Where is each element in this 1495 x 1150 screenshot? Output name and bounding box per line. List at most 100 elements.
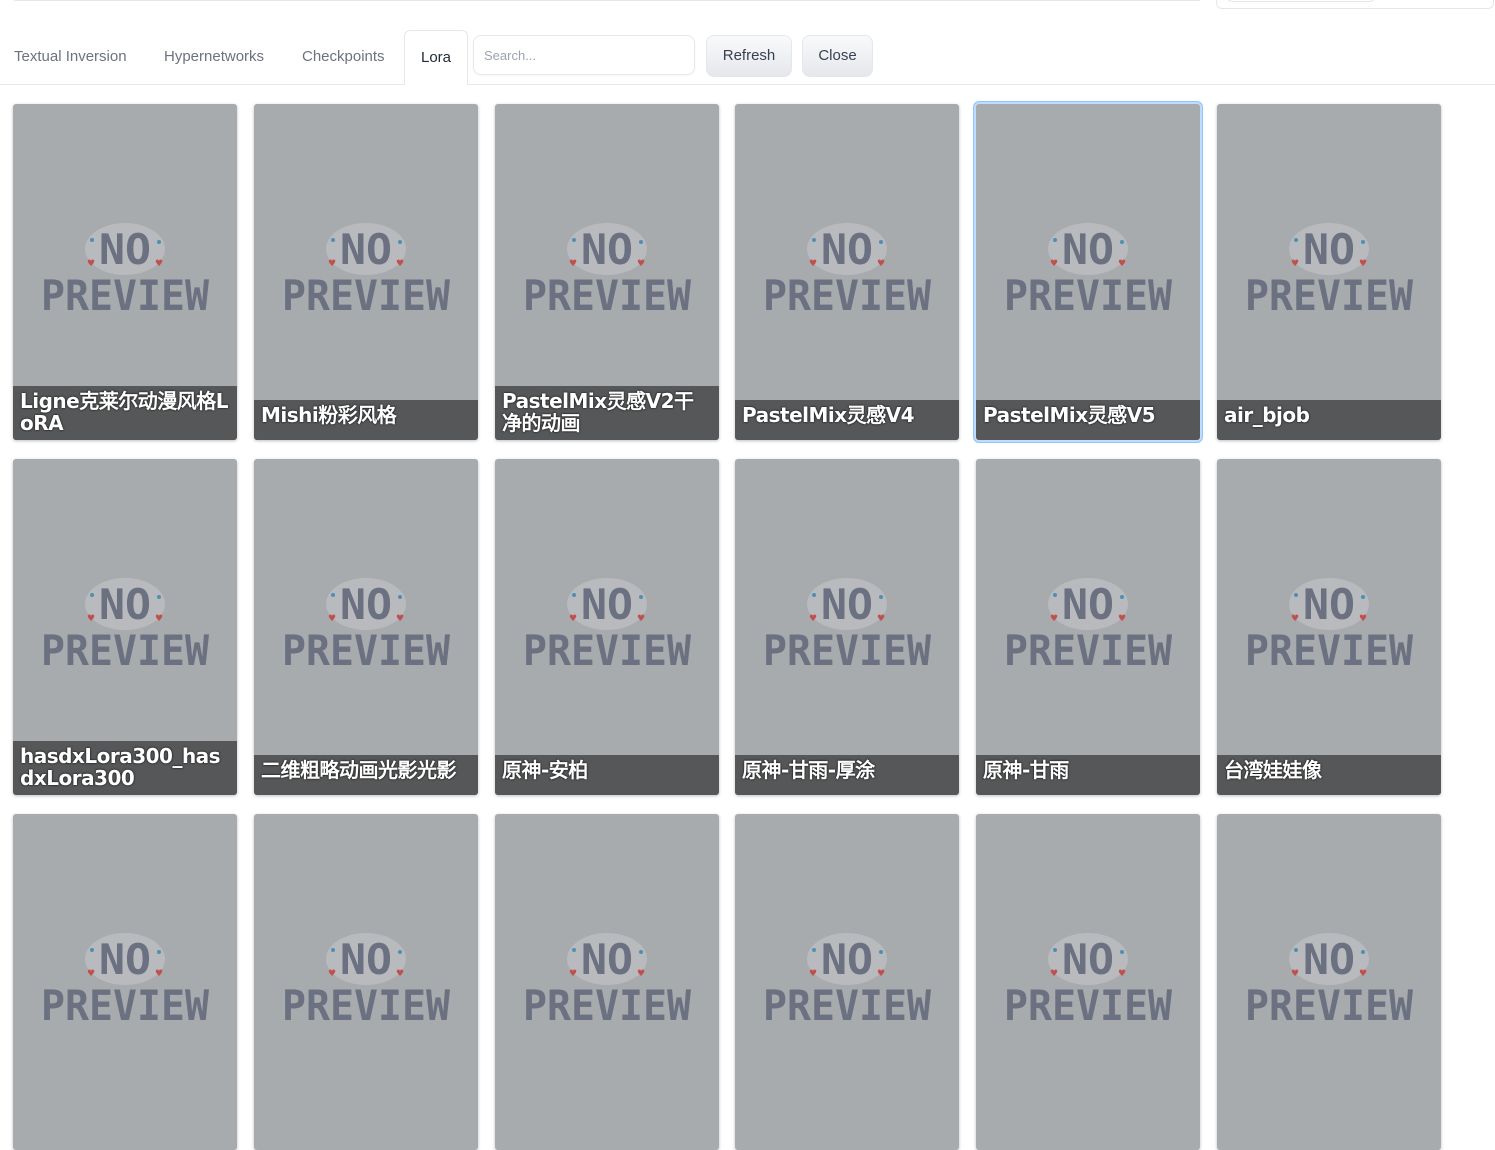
no-preview-text: NO — [99, 225, 151, 274]
sparkle-icon — [157, 950, 161, 954]
heart-icon: ♥ — [637, 259, 645, 269]
lora-card[interactable]: ♥ ♥ NO PREVIEW PastelMix灵感V2干净的动画 — [495, 104, 719, 440]
no-preview-text: NO — [1062, 935, 1114, 984]
heart-icon: ♥ — [396, 614, 404, 624]
top-right-control[interactable] — [1216, 0, 1494, 9]
lora-card[interactable]: ♥ ♥ NO PREVIEW — [1217, 814, 1441, 1150]
preview-text: PREVIEW — [282, 626, 451, 675]
heart-icon: ♥ — [155, 259, 163, 269]
search-input[interactable] — [473, 35, 695, 75]
no-preview-image: ♥ ♥ NOPREVIEW — [282, 578, 451, 675]
heart-icon: ♥ — [1359, 259, 1367, 269]
sparkle-icon — [90, 238, 94, 242]
no-preview-image: ♥ ♥ NOPREVIEW — [1004, 223, 1173, 320]
no-preview-image: ♥ ♥ NOPREVIEW — [763, 578, 932, 675]
lora-card[interactable]: ♥ ♥ NO PREVIEW 原神-安柏 — [495, 459, 719, 795]
extra-networks-tabbar: Textual Inversion Hypernetworks Checkpoi… — [0, 30, 1495, 85]
preview-text: PREVIEW — [41, 981, 210, 1030]
sparkle-icon — [879, 950, 883, 954]
top-right-control-inner[interactable] — [1225, 0, 1377, 2]
sparkle-icon — [1053, 948, 1057, 952]
lora-card[interactable]: ♥ ♥ NO PREVIEW — [735, 814, 959, 1150]
heart-icon: ♥ — [1050, 969, 1058, 979]
card-name: Mishi粉彩风格 — [254, 400, 478, 440]
sparkle-icon — [331, 593, 335, 597]
heart-icon: ♥ — [155, 614, 163, 624]
lora-card[interactable]: ♥ ♥ NO PREVIEW 二维粗略动画光影光影 — [254, 459, 478, 795]
refresh-button[interactable]: Refresh — [706, 35, 792, 77]
sparkle-icon — [157, 595, 161, 599]
preview-text: PREVIEW — [1004, 271, 1173, 320]
heart-icon: ♥ — [396, 259, 404, 269]
lora-card[interactable]: ♥ ♥ NO PREVIEW hasdxLora300_hasdxLora300 — [13, 459, 237, 795]
lora-card[interactable]: ♥ ♥ NO PREVIEW air_bjob — [1217, 104, 1441, 440]
tab-checkpoints[interactable]: Checkpoints — [302, 30, 385, 83]
top-divider — [14, 0, 1200, 1]
lora-card[interactable]: ♥ ♥ NO PREVIEW Ligne克莱尔动漫风格LoRA — [13, 104, 237, 440]
no-preview-image: ♥ ♥ NOPREVIEW — [523, 578, 692, 675]
heart-icon: ♥ — [1118, 614, 1126, 624]
tab-hypernetworks[interactable]: Hypernetworks — [164, 30, 264, 83]
preview-text: PREVIEW — [763, 626, 932, 675]
sparkle-icon — [1053, 593, 1057, 597]
close-button[interactable]: Close — [802, 35, 873, 77]
lora-card[interactable]: ♥ ♥ NO PREVIEW Mishi粉彩风格 — [254, 104, 478, 440]
lora-card[interactable]: ♥ ♥ NO PREVIEW — [976, 814, 1200, 1150]
tab-textual-inversion[interactable]: Textual Inversion — [14, 30, 127, 83]
sparkle-icon — [1053, 238, 1057, 242]
heart-icon: ♥ — [809, 969, 817, 979]
lora-card[interactable]: ♥ ♥ NO PREVIEW — [13, 814, 237, 1150]
no-preview-image: ♥ ♥ NOPREVIEW — [523, 933, 692, 1030]
lora-card[interactable]: ♥ ♥ NO PREVIEW 台湾娃娃像 — [1217, 459, 1441, 795]
sparkle-icon — [1294, 238, 1298, 242]
sparkle-icon — [1361, 240, 1365, 244]
sparkle-icon — [90, 593, 94, 597]
sparkle-icon — [812, 593, 816, 597]
lora-card[interactable]: ♥ ♥ NO PREVIEW — [254, 814, 478, 1150]
lora-card[interactable]: ♥ ♥ NO PREVIEW 原神-甘雨 — [976, 459, 1200, 795]
lora-card[interactable]: ♥ ♥ NO PREVIEW PastelMix灵感V4 — [735, 104, 959, 440]
no-preview-text: NO — [1062, 225, 1114, 274]
card-name: 二维粗略动画光影光影 — [254, 755, 478, 795]
sparkle-icon — [331, 948, 335, 952]
sparkle-icon — [639, 595, 643, 599]
preview-text: PREVIEW — [1245, 626, 1414, 675]
heart-icon: ♥ — [328, 614, 336, 624]
no-preview-image: ♥ ♥ NOPREVIEW — [1004, 578, 1173, 675]
heart-icon: ♥ — [1291, 259, 1299, 269]
no-preview-text: NO — [1303, 225, 1355, 274]
no-preview-image: ♥ ♥ NOPREVIEW — [1245, 578, 1414, 675]
preview-text: PREVIEW — [763, 271, 932, 320]
card-name: 原神-甘雨 — [976, 755, 1200, 795]
preview-text: PREVIEW — [763, 981, 932, 1030]
sparkle-icon — [879, 595, 883, 599]
no-preview-text: NO — [581, 580, 633, 629]
preview-text: PREVIEW — [282, 271, 451, 320]
heart-icon: ♥ — [569, 614, 577, 624]
no-preview-text: NO — [340, 580, 392, 629]
heart-icon: ♥ — [569, 259, 577, 269]
heart-icon: ♥ — [569, 969, 577, 979]
sparkle-icon — [398, 950, 402, 954]
lora-card[interactable]: ♥ ♥ NO PREVIEW 原神-甘雨-厚涂 — [735, 459, 959, 795]
preview-text: PREVIEW — [41, 271, 210, 320]
no-preview-text: NO — [340, 225, 392, 274]
sparkle-icon — [1120, 240, 1124, 244]
heart-icon: ♥ — [637, 614, 645, 624]
preview-text: PREVIEW — [1245, 981, 1414, 1030]
lora-card[interactable]: ♥ ♥ NO PREVIEW — [495, 814, 719, 1150]
no-preview-text: NO — [99, 580, 151, 629]
heart-icon: ♥ — [1050, 259, 1058, 269]
no-preview-image: ♥ ♥ NOPREVIEW — [763, 933, 932, 1030]
no-preview-image: ♥ ♥ NOPREVIEW — [1004, 933, 1173, 1030]
tab-lora[interactable]: Lora — [404, 30, 468, 85]
lora-card[interactable]: ♥ ♥ NO PREVIEW PastelMix灵感V5 — [974, 102, 1202, 442]
sparkle-icon — [398, 595, 402, 599]
card-name: hasdxLora300_hasdxLora300 — [13, 741, 237, 795]
preview-text: PREVIEW — [523, 271, 692, 320]
no-preview-text: NO — [581, 225, 633, 274]
no-preview-text: NO — [1303, 580, 1355, 629]
heart-icon: ♥ — [396, 969, 404, 979]
preview-text: PREVIEW — [282, 981, 451, 1030]
sparkle-icon — [812, 238, 816, 242]
